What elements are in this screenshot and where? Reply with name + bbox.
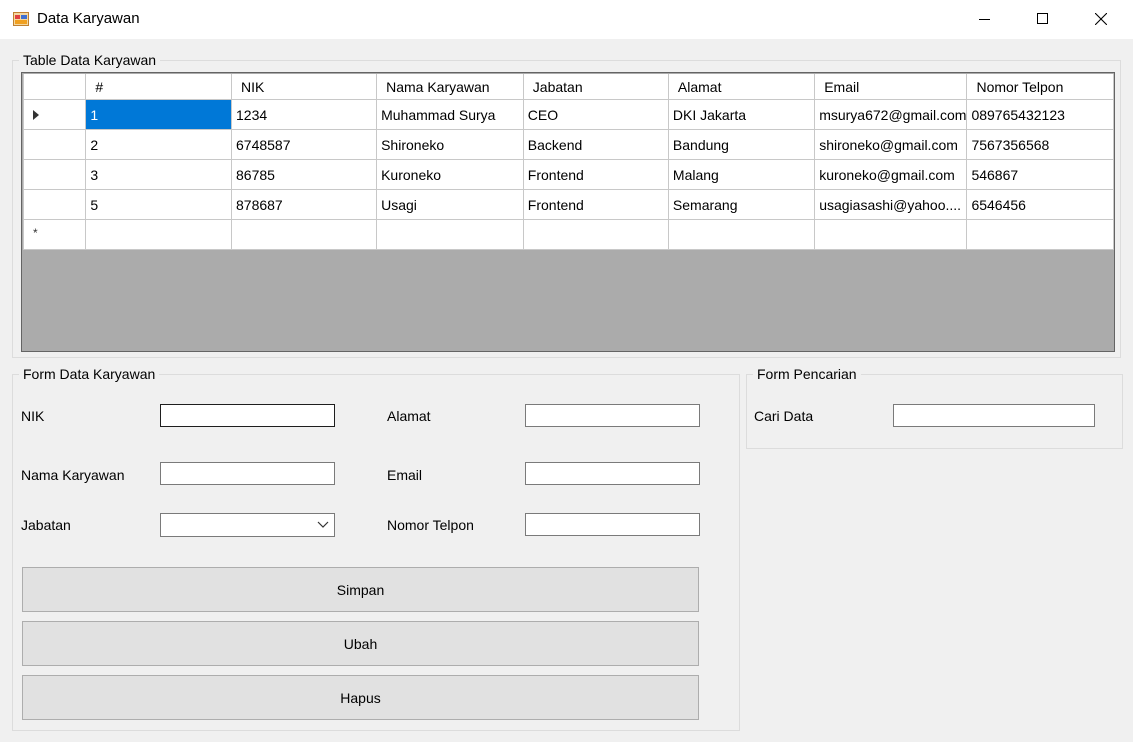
search-input[interactable] xyxy=(893,404,1095,427)
chevron-down-icon xyxy=(317,521,329,528)
table-cell[interactable]: shironeko@gmail.com xyxy=(814,129,968,160)
minimize-button[interactable] xyxy=(957,0,1015,39)
table-cell[interactable] xyxy=(966,219,1114,250)
row-header-new[interactable]: * xyxy=(22,219,87,250)
employee-data-grid[interactable]: # NIK Nama Karyawan Jabatan Alamat Email… xyxy=(21,72,1115,352)
window-title: Data Karyawan xyxy=(37,10,140,27)
row-header[interactable] xyxy=(22,189,87,220)
table-cell[interactable]: Malang xyxy=(667,159,816,190)
column-header-jabatan[interactable]: Jabatan xyxy=(522,74,669,100)
alamat-label: Alamat xyxy=(387,408,431,424)
row-header[interactable] xyxy=(22,159,87,190)
email-label: Email xyxy=(387,467,423,483)
table-row[interactable]: 5 878687 Usagi Frontend Semarang usagias… xyxy=(22,189,1114,220)
nomor-telpon-label: Nomor Telpon xyxy=(387,517,474,533)
title-bar: Data Karyawan xyxy=(0,0,1133,39)
table-cell[interactable] xyxy=(522,219,669,250)
table-group-title: Table Data Karyawan xyxy=(23,52,157,68)
header-row: # NIK Nama Karyawan Jabatan Alamat Email… xyxy=(22,74,1114,100)
column-header-nama[interactable]: Nama Karyawan xyxy=(376,74,524,100)
table-cell[interactable]: 3 xyxy=(85,159,232,190)
table-row[interactable]: 2 6748587 Shironeko Backend Bandung shir… xyxy=(22,129,1114,160)
table-cell[interactable]: Kuroneko xyxy=(376,159,524,190)
column-header-number[interactable]: # xyxy=(85,74,232,100)
app-form-icon xyxy=(13,11,29,27)
column-header-telpon[interactable]: Nomor Telpon xyxy=(966,74,1114,100)
cari-data-label: Cari Data xyxy=(754,408,814,424)
maximize-button[interactable] xyxy=(1015,0,1073,39)
simpan-button[interactable]: Simpan xyxy=(22,567,699,612)
table-cell[interactable]: Bandung xyxy=(667,129,816,160)
table-cell[interactable]: Muhammad Surya xyxy=(376,99,524,130)
ubah-button[interactable]: Ubah xyxy=(22,621,699,666)
nik-input[interactable] xyxy=(160,404,335,427)
table-cell[interactable]: 2 xyxy=(85,129,232,160)
nomor-telpon-input[interactable] xyxy=(525,513,700,536)
table-cell[interactable] xyxy=(814,219,968,250)
table-cell[interactable] xyxy=(85,219,232,250)
table-cell[interactable]: DKI Jakarta xyxy=(667,99,816,130)
table-cell[interactable] xyxy=(376,219,524,250)
current-row-arrow-icon xyxy=(33,110,39,120)
column-header-nik[interactable]: NIK xyxy=(230,74,378,100)
row-header-current[interactable] xyxy=(22,99,87,130)
jabatan-combobox[interactable] xyxy=(160,513,335,537)
hapus-button[interactable]: Hapus xyxy=(22,675,699,720)
email-input[interactable] xyxy=(525,462,700,485)
search-group-title: Form Pencarian xyxy=(757,366,857,382)
table-row[interactable]: 1 1234 Muhammad Surya CEO DKI Jakarta ms… xyxy=(22,99,1114,130)
table-cell[interactable]: Usagi xyxy=(376,189,524,220)
corner-header-cell[interactable] xyxy=(22,74,87,100)
table-cell[interactable]: 6546456 xyxy=(966,189,1114,220)
alamat-input[interactable] xyxy=(525,404,700,427)
minimize-icon xyxy=(979,19,990,20)
table-cell[interactable]: 1 xyxy=(85,99,232,130)
table-cell[interactable]: 7567356568 xyxy=(966,129,1114,160)
form-group-title: Form Data Karyawan xyxy=(23,366,156,382)
table-cell[interactable]: CEO xyxy=(522,99,669,130)
table-cell[interactable]: 86785 xyxy=(230,159,378,190)
nama-karyawan-label: Nama Karyawan xyxy=(21,467,125,483)
new-row-marker: * xyxy=(33,226,38,240)
jabatan-label: Jabatan xyxy=(21,517,71,533)
employee-table: # NIK Nama Karyawan Jabatan Alamat Email… xyxy=(22,74,1114,250)
table-cell[interactable] xyxy=(230,219,378,250)
column-header-alamat[interactable]: Alamat xyxy=(667,74,816,100)
close-icon xyxy=(1095,13,1107,25)
table-cell[interactable]: Shironeko xyxy=(376,129,524,160)
table-cell[interactable]: kuroneko@gmail.com xyxy=(814,159,968,190)
table-cell[interactable]: Frontend xyxy=(522,159,669,190)
table-cell[interactable]: 6748587 xyxy=(230,129,378,160)
table-cell[interactable]: 546867 xyxy=(966,159,1114,190)
new-row[interactable]: * xyxy=(22,219,1114,250)
maximize-icon xyxy=(1037,13,1048,24)
table-cell[interactable]: msurya672@gmail.com xyxy=(814,99,968,130)
table-cell[interactable]: 5 xyxy=(85,189,232,220)
table-cell[interactable]: Semarang xyxy=(667,189,816,220)
table-row[interactable]: 3 86785 Kuroneko Frontend Malang kuronek… xyxy=(22,159,1114,190)
nama-karyawan-input[interactable] xyxy=(160,462,335,485)
column-header-email[interactable]: Email xyxy=(814,74,968,100)
close-button[interactable] xyxy=(1073,0,1131,39)
table-cell[interactable]: Backend xyxy=(522,129,669,160)
table-cell[interactable]: 1234 xyxy=(230,99,378,130)
table-cell[interactable] xyxy=(667,219,816,250)
table-cell[interactable]: Frontend xyxy=(522,189,669,220)
row-header[interactable] xyxy=(22,129,87,160)
table-cell[interactable]: 089765432123 xyxy=(966,99,1114,130)
table-cell[interactable]: 878687 xyxy=(230,189,378,220)
nik-label: NIK xyxy=(21,408,45,424)
table-cell[interactable]: usagiasashi@yahoo.... xyxy=(814,189,968,220)
